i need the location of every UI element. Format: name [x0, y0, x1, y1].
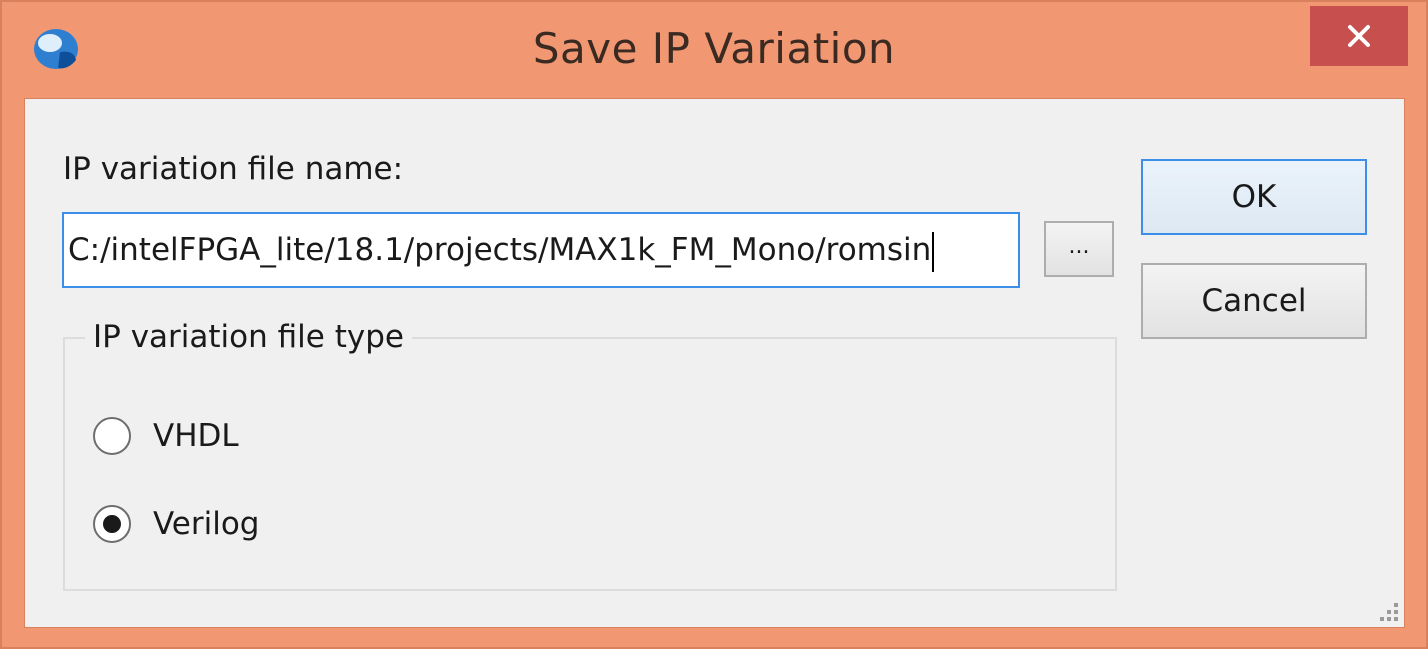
- radio-label-vhdl: VHDL: [153, 418, 239, 454]
- cancel-button[interactable]: Cancel: [1141, 263, 1367, 339]
- dialog-body: IP variation file name: C:/intelFPGA_lit…: [24, 98, 1405, 628]
- radio-option-verilog[interactable]: Verilog: [93, 505, 260, 543]
- browse-button[interactable]: ...: [1044, 221, 1114, 277]
- radio-verilog[interactable]: [93, 505, 131, 543]
- window-title: Save IP Variation: [532, 24, 896, 73]
- title-bar[interactable]: Save IP Variation: [2, 2, 1426, 98]
- text-caret: [932, 231, 935, 272]
- radio-selected-dot: [103, 515, 121, 533]
- close-icon: [1348, 25, 1370, 47]
- resize-grip-icon[interactable]: [1370, 593, 1400, 623]
- radio-label-verilog: Verilog: [153, 506, 260, 542]
- dialog-window: Save IP Variation IP variation file name…: [0, 0, 1428, 649]
- filename-label: IP variation file name:: [63, 151, 404, 187]
- file-type-legend: IP variation file type: [85, 319, 412, 355]
- file-type-group: IP variation file type VHDL Verilog: [63, 319, 1117, 591]
- filename-value: C:/intelFPGA_lite/18.1/projects/MAX1k_FM…: [68, 231, 935, 272]
- close-button[interactable]: [1310, 6, 1408, 66]
- ok-button[interactable]: OK: [1141, 159, 1367, 235]
- radio-option-vhdl[interactable]: VHDL: [93, 417, 239, 455]
- radio-vhdl[interactable]: [93, 417, 131, 455]
- filename-input[interactable]: C:/intelFPGA_lite/18.1/projects/MAX1k_FM…: [62, 212, 1020, 288]
